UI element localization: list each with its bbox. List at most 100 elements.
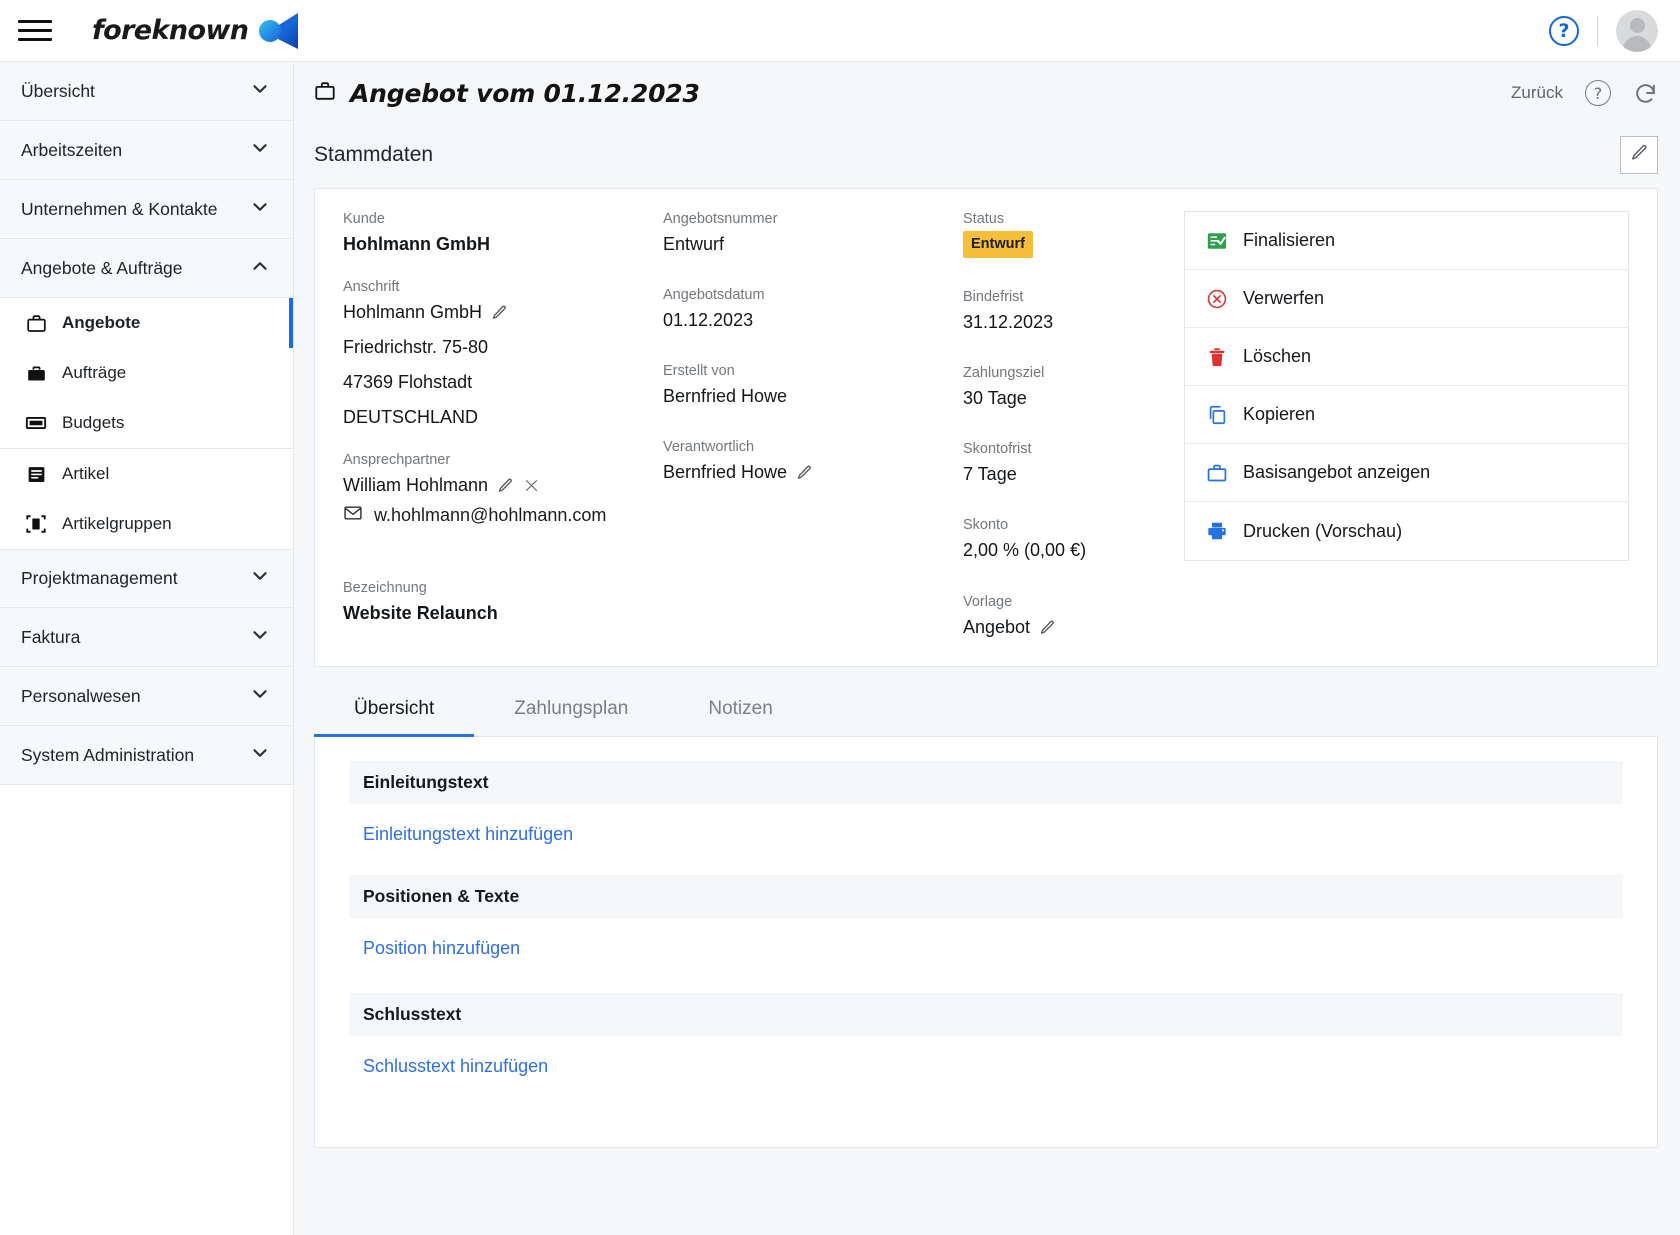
sidebar-group-unternehmen-kontakte[interactable]: Unternehmen & Kontakte — [0, 180, 293, 239]
action-label: Basisangebot anzeigen — [1243, 462, 1431, 482]
stammdaten-card: Kunde Hohlmann GmbH Anschrift Hohlmann G… — [314, 188, 1658, 668]
stammdaten-column-4: Finalisieren Verwerfen Löschen Kopieren … — [1170, 211, 1657, 640]
field-value: Bernfried Howe — [663, 386, 788, 407]
field-label: Anschrift — [343, 279, 400, 296]
field-label: Skonto — [963, 517, 1009, 534]
field-bezeichnung: Bezeichnung Website Relaunch — [343, 580, 627, 626]
group-heading-einleitungstext: Einleitungstext — [349, 761, 1623, 805]
sidebar-group-label: Angebote & Aufträge — [21, 257, 183, 278]
action-label: Finalisieren — [1243, 230, 1336, 250]
sidebar-group-label: System Administration — [21, 744, 195, 765]
user-avatar-icon[interactable] — [1616, 9, 1658, 52]
field-kunde: Kunde Hohlmann GmbH — [343, 211, 627, 257]
sidebar-item-label: Artikel — [62, 464, 110, 483]
field-zahlungsziel: Zahlungsziel 30 Tage — [963, 365, 1152, 411]
field-label: Vorlage — [963, 594, 1013, 611]
sidebar-subitems: Angebote Aufträge Budgets Artikel Artike… — [0, 298, 293, 549]
chevron-down-icon — [249, 565, 271, 592]
sidebar-item-label: Aufträge — [62, 363, 127, 382]
sidebar-group-label: Unternehmen & Kontakte — [21, 198, 218, 219]
pencil-icon[interactable] — [1039, 619, 1056, 636]
action-basisangebot-anzeigen[interactable]: Basisangebot anzeigen — [1185, 444, 1628, 502]
sidebar-group-faktura[interactable]: Faktura — [0, 608, 293, 667]
tab-notizen[interactable]: Notizen — [668, 698, 812, 737]
pencil-icon[interactable] — [796, 464, 813, 481]
brand-logo-area[interactable]: foreknown — [92, 11, 304, 51]
printer-icon — [1205, 520, 1229, 542]
chevron-down-icon — [249, 624, 271, 651]
brand-name: foreknown — [92, 15, 249, 46]
action-label: Verwerfen — [1243, 288, 1325, 308]
sidebar: Übersicht Arbeitszeiten Unternehmen & Ko… — [0, 62, 294, 1235]
back-button[interactable]: Zurück — [1511, 83, 1563, 103]
briefcase-outline-icon — [25, 312, 47, 334]
sidebar-item-auftraege[interactable]: Aufträge — [0, 348, 293, 398]
sidebar-group-uebersicht[interactable]: Übersicht — [0, 62, 293, 121]
pencil-icon[interactable] — [497, 477, 514, 494]
tab-bar: Übersicht Zahlungsplan Notizen — [314, 697, 1658, 738]
group-heading-positionen-texte: Positionen & Texte — [349, 875, 1623, 919]
anschrift-line-1: Hohlmann GmbH — [343, 302, 483, 323]
help-circle-icon[interactable]: ? — [1585, 80, 1611, 106]
action-label: Drucken (Vorschau) — [1243, 520, 1403, 541]
field-label: Kunde — [343, 211, 385, 227]
actions-panel: Finalisieren Verwerfen Löschen Kopieren … — [1184, 211, 1629, 561]
remove-ansprechpartner-icon[interactable] — [523, 477, 540, 494]
sidebar-group-label: Arbeitszeiten — [21, 139, 123, 160]
field-value: 2,00 % (0,00 €) — [963, 540, 1087, 561]
pencil-icon[interactable] — [491, 304, 508, 321]
sidebar-group-system-administration[interactable]: System Administration — [0, 726, 293, 785]
field-anschrift: Anschrift Hohlmann GmbH Friedrichstr. 75… — [343, 279, 627, 430]
chevron-up-icon — [249, 255, 271, 282]
action-loeschen[interactable]: Löschen — [1185, 328, 1628, 386]
briefcase-filled-icon — [25, 362, 47, 384]
add-schlusstext-link[interactable]: Schlusstext hinzufügen — [349, 1036, 1623, 1107]
page-header-actions: Zurück ? — [1511, 80, 1658, 106]
action-verwerfen[interactable]: Verwerfen — [1185, 270, 1628, 328]
field-status: Status Entwurf — [963, 211, 1152, 259]
sidebar-group-arbeitszeiten[interactable]: Arbeitszeiten — [0, 121, 293, 180]
sidebar-item-artikel[interactable]: Artikel — [0, 449, 293, 499]
field-angebotsdatum: Angebotsdatum 01.12.2023 — [663, 287, 927, 333]
help-circle-icon[interactable]: ? — [1549, 15, 1579, 46]
ansprechpartner-email-row[interactable]: w.hohlmann@hohlmann.com — [343, 503, 627, 528]
sidebar-group-projektmanagement[interactable]: Projektmanagement — [0, 549, 293, 608]
field-label: Status — [963, 211, 1005, 227]
action-drucken-vorschau[interactable]: Drucken (Vorschau) — [1185, 502, 1628, 560]
tab-zahlungsplan[interactable]: Zahlungsplan — [474, 698, 668, 737]
refresh-icon[interactable] — [1633, 81, 1658, 106]
action-kopieren[interactable]: Kopieren — [1185, 386, 1628, 444]
field-label: Angebotsnummer — [663, 211, 778, 227]
sidebar-group-personalwesen[interactable]: Personalwesen — [0, 667, 293, 726]
banknote-icon — [25, 412, 47, 434]
article-icon — [25, 463, 47, 485]
sidebar-item-budgets[interactable]: Budgets — [0, 398, 293, 448]
add-position-link[interactable]: Position hinzufügen — [349, 918, 1623, 993]
anschrift-line-2: Friedrichstr. 75-80 — [343, 337, 489, 358]
sidebar-item-label: Artikelgruppen — [62, 514, 172, 533]
copy-icon — [1205, 404, 1229, 426]
action-label: Löschen — [1243, 346, 1312, 366]
main-content: Angebot vom 01.12.2023 Zurück ? Stammdat… — [294, 62, 1680, 1235]
chevron-down-icon — [249, 196, 271, 223]
sidebar-group-angebote-auftraege[interactable]: Angebote & Aufträge — [0, 239, 293, 298]
hamburger-menu-icon[interactable] — [18, 14, 52, 48]
anschrift-line-3: 47369 Flohstadt — [343, 372, 473, 393]
field-value: Hohlmann GmbH Friedrichstr. 75-80 47369 … — [343, 299, 627, 430]
field-erstellt-von: Erstellt von Bernfried Howe — [663, 363, 927, 409]
main-bottom-spacer — [294, 1148, 1680, 1235]
sidebar-item-artikelgruppen[interactable]: Artikelgruppen — [0, 499, 293, 549]
page-title-text: Angebot vom 01.12.2023 — [350, 78, 700, 108]
add-einleitungstext-link[interactable]: Einleitungstext hinzufügen — [349, 804, 1623, 875]
sidebar-item-angebote[interactable]: Angebote — [0, 298, 293, 348]
tabs-section: Übersicht Zahlungsplan Notizen Einleitun… — [314, 697, 1658, 1149]
tab-uebersicht[interactable]: Übersicht — [314, 698, 475, 738]
edit-stammdaten-button[interactable] — [1620, 136, 1658, 174]
field-ansprechpartner: Ansprechpartner William Hohlmann w.hohlm… — [343, 452, 627, 527]
tab-panel-uebersicht: Einleitungstext Einleitungstext hinzufüg… — [314, 737, 1658, 1149]
field-value: 30 Tage — [963, 388, 1027, 409]
app-root: foreknown ? Übersicht Arbeitszeiten Unte… — [0, 0, 1680, 1235]
action-finalisieren[interactable]: Finalisieren — [1185, 212, 1628, 270]
mail-icon — [343, 503, 363, 528]
field-value: 01.12.2023 — [663, 310, 754, 331]
